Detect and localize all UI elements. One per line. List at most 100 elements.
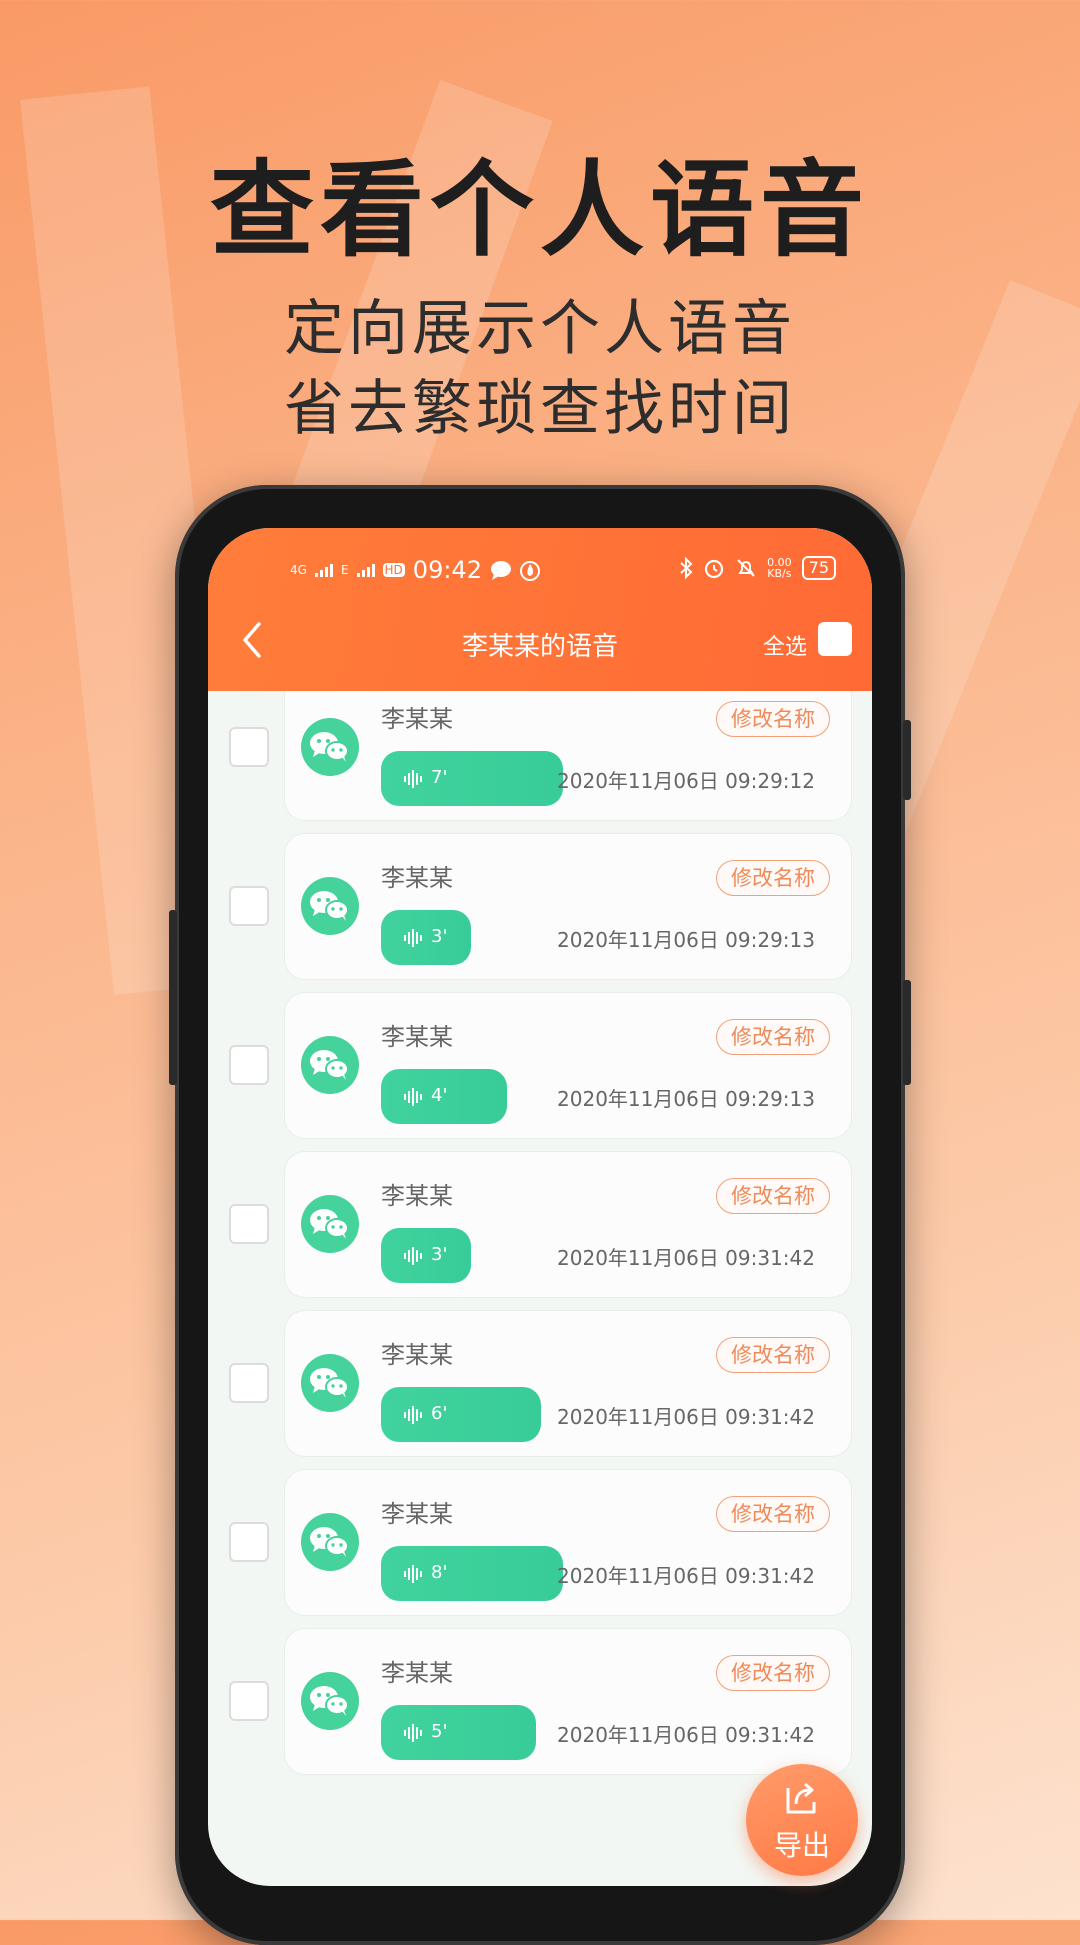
contact-name: 李某某 xyxy=(381,1500,453,1528)
contact-name: 李某某 xyxy=(381,1182,453,1210)
hd-badge: HD xyxy=(382,563,405,577)
select-all-checkbox[interactable] xyxy=(818,622,852,656)
rename-button[interactable]: 修改名称 xyxy=(716,860,830,896)
item-checkbox[interactable] xyxy=(229,1522,269,1562)
rename-button[interactable]: 修改名称 xyxy=(716,1655,830,1691)
voice-duration: 4' xyxy=(431,1085,448,1106)
item-checkbox[interactable] xyxy=(229,1363,269,1403)
network-4g: 4G xyxy=(290,563,307,577)
signal-icon xyxy=(314,564,333,577)
contact-name: 李某某 xyxy=(381,1659,453,1687)
voice-wave-icon xyxy=(404,929,422,947)
voice-timestamp: 2020年11月06日 09:31:42 xyxy=(557,1405,815,1429)
net-speed-unit: KB/s xyxy=(767,567,792,580)
rename-button[interactable]: 修改名称 xyxy=(716,701,830,737)
signal-icon xyxy=(356,564,375,577)
wechat-icon xyxy=(301,1672,359,1730)
item-checkbox[interactable] xyxy=(229,1681,269,1721)
wechat-icon xyxy=(301,877,359,935)
voice-duration: 6' xyxy=(431,1403,448,1424)
voice-duration: 7' xyxy=(431,767,448,788)
voice-bubble[interactable]: 6' xyxy=(381,1387,541,1442)
list-item: 李某某 修改名称 4' 2020年11月06日 09:29:13 xyxy=(208,993,872,1140)
voice-wave-icon xyxy=(404,1247,422,1265)
export-button[interactable]: 导出 xyxy=(746,1764,858,1876)
net-speed: 0.00 KB/s xyxy=(767,557,792,579)
voice-timestamp: 2020年11月06日 09:31:42 xyxy=(557,1564,815,1588)
voice-wave-icon xyxy=(404,1565,422,1583)
battery-indicator: 75 xyxy=(801,556,836,580)
list-item: 李某某 修改名称 8' 2020年11月06日 09:31:42 xyxy=(208,1470,872,1617)
wechat-icon xyxy=(301,1195,359,1253)
voice-bubble[interactable]: 3' xyxy=(381,910,471,965)
wechat-icon xyxy=(301,1354,359,1412)
voice-wave-icon xyxy=(404,1406,422,1424)
rename-button[interactable]: 修改名称 xyxy=(716,1337,830,1373)
voice-card[interactable]: 李某某 修改名称 3' 2020年11月06日 09:29:13 xyxy=(285,834,851,979)
export-icon xyxy=(786,1782,816,1814)
voice-card[interactable]: 李某某 修改名称 8' 2020年11月06日 09:31:42 xyxy=(285,1470,851,1615)
voice-bubble[interactable]: 8' xyxy=(381,1546,563,1601)
voice-wave-icon xyxy=(404,1724,422,1742)
voice-list: 1' 2020年11月06日 09:26:14 李某某 修改名称 xyxy=(208,528,872,1886)
select-all-label[interactable]: 全选 xyxy=(763,629,807,661)
list-item: 李某某 修改名称 6' 2020年11月06日 09:31:42 xyxy=(208,1311,872,1458)
bluetooth-icon xyxy=(680,557,693,579)
voice-timestamp: 2020年11月06日 09:31:42 xyxy=(557,1723,815,1747)
phone-screen: 1' 2020年11月06日 09:26:14 李某某 修改名称 xyxy=(208,528,872,1886)
wechat-glyph xyxy=(310,1368,349,1398)
wechat-glyph xyxy=(310,1050,349,1080)
rename-button[interactable]: 修改名称 xyxy=(716,1496,830,1532)
phone-side-button xyxy=(903,980,911,1085)
voice-timestamp: 2020年11月06日 09:29:13 xyxy=(557,928,815,952)
voice-card[interactable]: 李某某 修改名称 4' 2020年11月06日 09:29:13 xyxy=(285,993,851,1138)
voice-timestamp: 2020年11月06日 09:31:42 xyxy=(557,1246,815,1270)
voice-bubble[interactable]: 4' xyxy=(381,1069,507,1124)
wechat-glyph xyxy=(310,1209,349,1239)
wechat-glyph xyxy=(310,1527,349,1557)
network-e: E xyxy=(340,563,349,577)
item-checkbox[interactable] xyxy=(229,886,269,926)
voice-card[interactable]: 李某某 修改名称 6' 2020年11月06日 09:31:42 xyxy=(285,1311,851,1456)
item-checkbox[interactable] xyxy=(229,1204,269,1244)
voice-wave-icon xyxy=(404,770,422,788)
voice-duration: 8' xyxy=(431,1562,448,1583)
app-bar: 4G E HD 09:42 0.00 KB/s 75 李某某的语音 全选 xyxy=(208,528,872,691)
list-item: 李某某 修改名称 3' 2020年11月06日 09:31:42 xyxy=(208,1152,872,1299)
phone-side-button xyxy=(903,720,911,800)
rename-button[interactable]: 修改名称 xyxy=(716,1178,830,1214)
rename-button[interactable]: 修改名称 xyxy=(716,1019,830,1055)
wechat-icon xyxy=(301,718,359,776)
wechat-icon xyxy=(301,1036,359,1094)
promo-subtitle-line1: 定向展示个人语音 xyxy=(284,294,796,364)
voice-bubble[interactable]: 5' xyxy=(381,1705,536,1760)
list-item: 李某某 修改名称 5' 2020年11月06日 09:31:42 xyxy=(208,1629,872,1776)
voice-duration: 3' xyxy=(431,926,448,947)
wechat-glyph xyxy=(310,891,349,921)
export-label: 导出 xyxy=(773,1829,830,1862)
wechat-glyph xyxy=(310,732,349,762)
contact-name: 李某某 xyxy=(381,1023,453,1051)
voice-duration: 3' xyxy=(431,1244,448,1265)
mute-bell-icon xyxy=(737,559,755,577)
contact-name: 李某某 xyxy=(381,705,453,733)
contact-name: 李某某 xyxy=(381,1341,453,1369)
list-item: 李某某 修改名称 3' 2020年11月06日 09:29:13 xyxy=(208,834,872,981)
voice-card[interactable]: 李某某 修改名称 5' 2020年11月06日 09:31:42 xyxy=(285,1629,851,1774)
voice-timestamp: 2020年11月06日 09:29:12 xyxy=(557,769,815,793)
phone-side-button xyxy=(169,910,177,1085)
item-checkbox[interactable] xyxy=(229,1045,269,1085)
voice-bubble[interactable]: 3' xyxy=(381,1228,471,1283)
voice-bubble[interactable]: 7' xyxy=(381,751,563,806)
list-item: 李某某 修改名称 7' 2020年11月06日 09:29:12 xyxy=(208,675,872,822)
alarm-icon xyxy=(705,559,724,579)
item-checkbox[interactable] xyxy=(229,727,269,767)
voice-timestamp: 2020年11月06日 09:29:13 xyxy=(557,1087,815,1111)
promo-subtitle-line2: 省去繁琐查找时间 xyxy=(284,374,796,444)
wechat-glyph xyxy=(310,1686,349,1716)
voice-card[interactable]: 李某某 修改名称 7' 2020年11月06日 09:29:12 xyxy=(285,675,851,820)
voice-card[interactable]: 李某某 修改名称 3' 2020年11月06日 09:31:42 xyxy=(285,1152,851,1297)
flame-icon xyxy=(519,561,540,581)
voice-duration: 5' xyxy=(431,1721,448,1742)
promo-headline: 查看个人语音 xyxy=(209,149,870,271)
